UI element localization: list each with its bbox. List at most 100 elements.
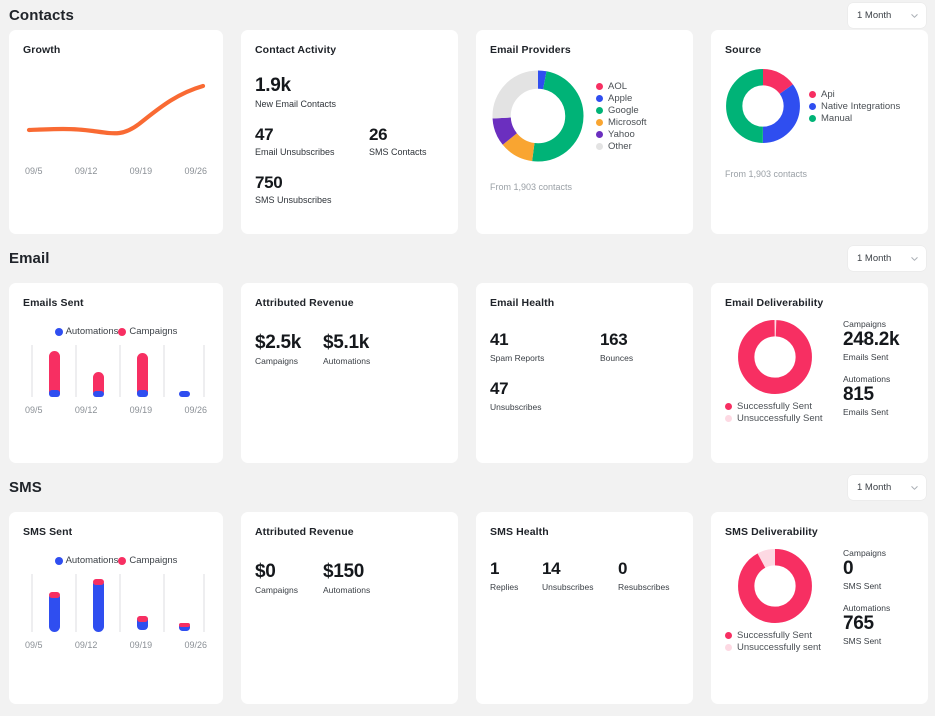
growth-sparkline xyxy=(23,74,209,160)
card-email-providers: Email Providers AOL Apple Google Microso… xyxy=(476,30,693,234)
stat-label: Campaigns xyxy=(255,355,298,366)
page-title-sms: SMS xyxy=(9,479,42,496)
legend-item-google: Google xyxy=(596,105,647,116)
stat-label: Email Unsubscribes xyxy=(255,146,335,157)
legend-dot-icon xyxy=(596,130,603,138)
legend-item-api: Api xyxy=(809,89,900,100)
stat-row-email-revenue: $2.5k Campaigns $5.1k Automations xyxy=(255,333,444,366)
period-select-email[interactable]: 1 Month xyxy=(848,246,926,271)
legend-item-apple: Apple xyxy=(596,93,647,104)
chevron-down-icon xyxy=(910,254,919,263)
stat-value: 0 xyxy=(618,559,628,578)
card-title-sms-attributed-revenue: Attributed Revenue xyxy=(255,526,354,538)
source-chart-area: Api Native Integrations Manual xyxy=(725,68,914,144)
cards-row-sms: SMS Sent Automations Campaigns 09/5 09/1… xyxy=(0,512,935,704)
stat-value: $0 xyxy=(255,561,276,582)
legend-item-campaigns: Campaigns xyxy=(118,555,177,566)
legend-dot-icon xyxy=(596,106,603,114)
legend-label: Other xyxy=(608,140,632,152)
legend-item-unsuccessfully-sent: Unsuccessfully Sent xyxy=(725,413,835,424)
section-header-contacts: Contacts 1 Month xyxy=(0,0,935,30)
stat-group: Campaigns xyxy=(843,319,886,329)
legend-item-successfully-sent: Successfully Sent xyxy=(725,630,835,641)
sms-sent-axis: 09/5 09/12 09/19 09/26 xyxy=(23,640,209,650)
emails-sent-axis: 09/5 09/12 09/19 09/26 xyxy=(23,405,209,415)
period-select-contacts[interactable]: 1 Month xyxy=(848,2,926,28)
legend-label: Google xyxy=(608,104,639,116)
stat-label: SMS Unsubscribes xyxy=(255,194,332,205)
card-title-sms-sent: SMS Sent xyxy=(23,526,73,538)
legend-item-microsoft: Microsoft xyxy=(596,117,647,128)
stat-label: Emails Sent xyxy=(843,351,889,362)
legend-label: Unsuccessfully Sent xyxy=(737,413,823,424)
stat-value: 0 xyxy=(843,558,854,579)
stat-sms-unsubscribes: 750 SMS Unsubscribes xyxy=(255,172,444,205)
stat-value: $150 xyxy=(323,561,365,582)
source-legend: Api Native Integrations Manual xyxy=(809,89,900,124)
legend-label: Automations xyxy=(65,555,119,566)
stat-resubscribes: 0 Resubscribes xyxy=(618,560,670,592)
legend-item-aol: AOL xyxy=(596,81,647,92)
emails-sent-legend: Automations Campaigns xyxy=(23,326,209,337)
axis-tick: 09/5 xyxy=(25,166,43,176)
legend-dot-icon xyxy=(596,94,603,102)
legend-dot-icon xyxy=(725,415,732,422)
cards-row-email: Emails Sent Automations Campaigns 09/5 0… xyxy=(0,283,935,463)
email-providers-chart-area: AOL Apple Google Microsoft Yahoo Other xyxy=(490,68,679,164)
stat-value: 750 xyxy=(255,172,283,192)
section-header-email: Email 1 Month xyxy=(0,234,935,283)
legend-label: Apple xyxy=(608,92,633,104)
stat-spam-reports: 41 Spam Reports xyxy=(490,331,600,363)
stat-email-revenue-automations: $5.1k Automations xyxy=(323,333,370,366)
email-providers-legend: AOL Apple Google Microsoft Yahoo Other xyxy=(596,81,647,152)
stat-value: 1 xyxy=(490,559,500,578)
stat-label: Automations xyxy=(323,584,371,595)
legend-label: Successfully Sent xyxy=(737,401,812,412)
sms-deliverability-donut xyxy=(725,548,835,624)
card-title-emails-sent: Emails Sent xyxy=(23,297,84,309)
axis-tick: 09/5 xyxy=(25,405,43,415)
source-donut xyxy=(725,68,801,144)
legend-item-automations: Automations xyxy=(54,326,118,337)
legend-label: Api xyxy=(821,88,835,100)
axis-tick: 09/12 xyxy=(74,640,98,650)
stat-value: 163 xyxy=(600,330,628,349)
stat-label: Bounces xyxy=(600,352,634,363)
source-footnote: From 1,903 contacts xyxy=(725,169,808,179)
card-sms-sent: SMS Sent Automations Campaigns 09/5 09/1… xyxy=(9,512,223,704)
stat-replies: 1 Replies xyxy=(490,560,542,592)
card-title-email-deliverability: Email Deliverability xyxy=(725,297,824,309)
stat-sms-unsubscribes-health: 14 Unsubscribes xyxy=(542,560,618,592)
legend-item-native-integrations: Native Integrations xyxy=(809,101,900,112)
period-select-sms[interactable]: 1 Month xyxy=(848,475,926,500)
stat-label: SMS Contacts xyxy=(369,146,427,157)
chevron-down-icon xyxy=(910,483,919,492)
legend-dot-icon xyxy=(118,327,127,336)
legend-item-campaigns: Campaigns xyxy=(118,326,177,337)
legend-dot-icon xyxy=(118,556,127,565)
sms-sent-bars xyxy=(23,573,209,633)
stat-label: Replies xyxy=(490,581,519,592)
axis-tick: 09/12 xyxy=(74,166,98,176)
email-deliverability-stats: Campaigns 248.2k Emails Sent Automations… xyxy=(843,319,900,424)
card-email-deliverability: Email Deliverability Successfully Sent U… xyxy=(711,283,928,463)
card-title-source: Source xyxy=(725,44,762,56)
card-title-contact-activity: Contact Activity xyxy=(255,44,337,56)
card-source: Source Api Native Integrations Manual Fr… xyxy=(711,30,928,234)
period-select-email-label: 1 Month xyxy=(857,253,892,264)
period-select-sms-label: 1 Month xyxy=(857,482,892,493)
cards-row-contacts: Growth 09/5 09/12 09/19 09/26 Contact Ac… xyxy=(0,30,935,234)
legend-dot-icon xyxy=(809,102,816,110)
card-title-growth: Growth xyxy=(23,44,61,56)
stat-sms-revenue-automations: $150 Automations xyxy=(323,562,370,595)
stat-deliverability-campaigns: Campaigns 248.2k Emails Sent xyxy=(843,319,900,362)
sms-deliverability-stats: Campaigns 0 SMS Sent Automations 765 SMS… xyxy=(843,548,890,653)
sms-deliverability-legend: Successfully Sent Unsuccessfully sent xyxy=(725,630,835,653)
sms-deliverability-body: Successfully Sent Unsuccessfully sent Ca… xyxy=(725,548,914,653)
stat-label: Unsubscribes xyxy=(490,401,542,412)
stat-label: Unsubscribes xyxy=(542,581,594,592)
legend-dot-icon xyxy=(725,403,732,410)
legend-dot-icon xyxy=(596,118,603,126)
stat-value: 765 xyxy=(843,612,874,634)
card-title-email-attributed-revenue: Attributed Revenue xyxy=(255,297,354,309)
